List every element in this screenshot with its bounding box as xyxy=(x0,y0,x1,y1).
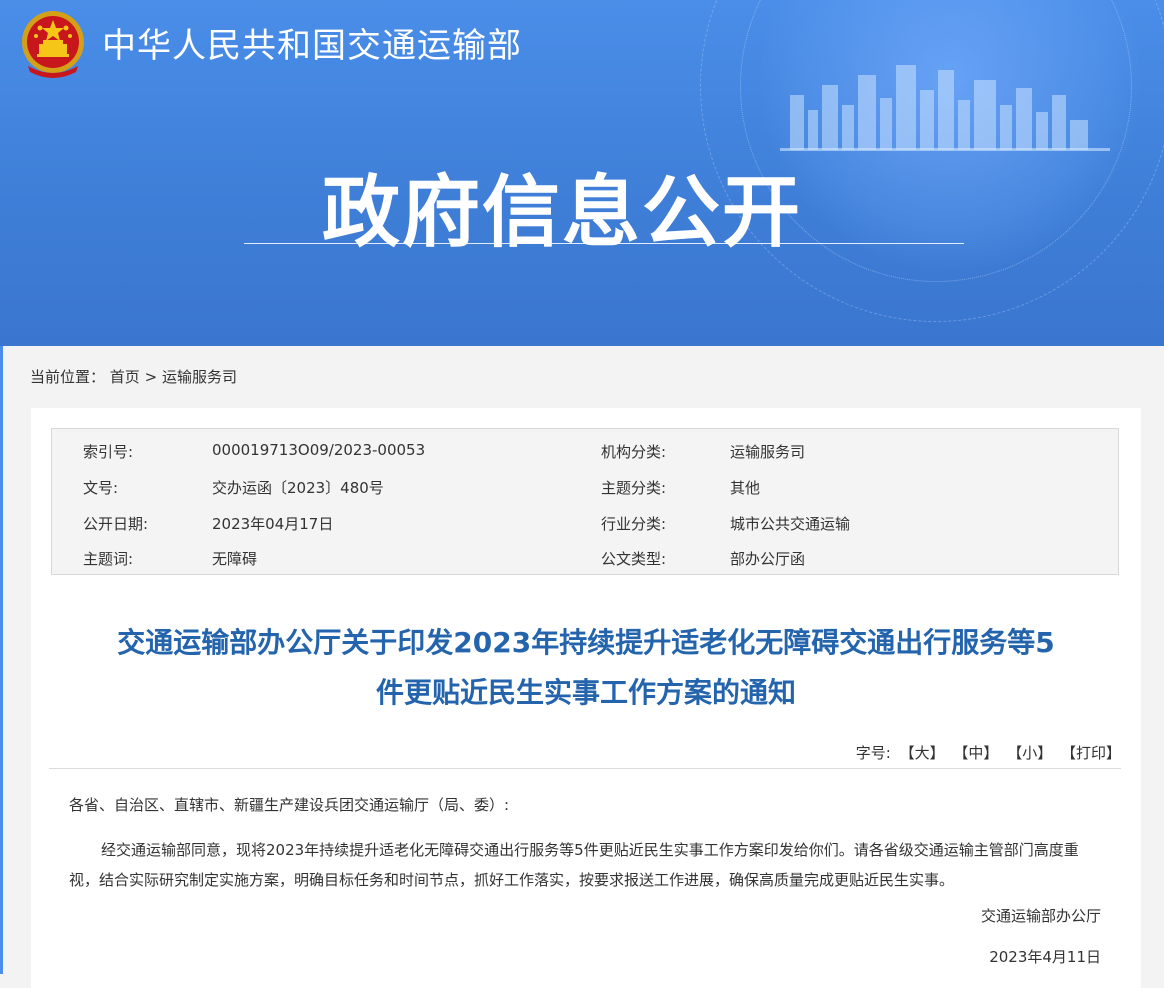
font-size-medium-button[interactable]: 【中】 xyxy=(953,744,998,762)
salutation: 各省、自治区、直辖市、新疆生产建设兵团交通运输厅（局、委）: xyxy=(69,796,510,814)
article-card: 索引号: 000019713O09/2023-00053 机构分类: 运输服务司… xyxy=(31,408,1141,988)
breadcrumb: 当前位置： 首页 > 运输服务司 xyxy=(30,366,237,387)
breadcrumb-prefix: 当前位置： xyxy=(30,368,106,386)
meta-label: 公文类型: xyxy=(601,550,667,568)
ministry-name[interactable]: 中华人民共和国交通运输部 xyxy=(102,18,522,67)
font-size-tools: 字号: 【大】 【中】 【小】 【打印】 xyxy=(852,742,1121,763)
title-underline xyxy=(244,243,964,244)
header-banner: 中华人民共和国交通运输部 政府信息公开 xyxy=(0,0,1164,346)
meta-label: 主题分类: xyxy=(601,479,667,497)
signature: 交通运输部办公厅 xyxy=(980,907,1101,925)
breadcrumb-home-link[interactable]: 首页 xyxy=(110,368,140,386)
font-size-small-button[interactable]: 【小】 xyxy=(1007,744,1052,762)
city-skyline-illustration xyxy=(780,65,1110,151)
meta-label: 主题词: xyxy=(83,550,134,568)
meta-value: 运输服务司 xyxy=(730,443,806,461)
meta-value: 000019713O09/2023-00053 xyxy=(212,441,426,459)
meta-label: 公开日期: xyxy=(83,515,149,533)
meta-value: 其他 xyxy=(730,479,761,497)
meta-label: 行业分类: xyxy=(601,515,667,533)
breadcrumb-separator: > xyxy=(144,368,158,386)
left-edge-accent xyxy=(0,346,3,974)
meta-value: 无障碍 xyxy=(212,550,258,568)
meta-value: 城市公共交通运输 xyxy=(730,515,851,533)
body-paragraph: 经交通运输部同意，现将2023年持续提升适老化无障碍交通出行服务等5件更贴近民生… xyxy=(69,841,1079,889)
document-title-line: 交通运输部办公厅关于印发2023年持续提升适老化无障碍交通出行服务等5 xyxy=(117,626,1055,659)
meta-label: 机构分类: xyxy=(601,443,667,461)
font-size-label: 字号: xyxy=(855,744,891,762)
meta-value: 部办公厅函 xyxy=(730,550,806,568)
section-title: 政府信息公开 xyxy=(321,168,802,258)
print-button[interactable]: 【打印】 xyxy=(1061,744,1121,762)
meta-label: 索引号: xyxy=(83,443,134,461)
document-title-line: 件更贴近民生实事工作方案的通知 xyxy=(375,676,796,709)
meta-label: 文号: xyxy=(83,479,119,497)
font-size-large-button[interactable]: 【大】 xyxy=(900,744,945,762)
document-body: 各省、自治区、直辖市、新疆生产建设兵团交通运输厅（局、委）: 经交通运输部同意，… xyxy=(69,794,1099,895)
issue-date: 2023年4月11日 xyxy=(989,948,1101,966)
document-title: 交通运输部办公厅关于印发2023年持续提升适老化无障碍交通出行服务等5 件更贴近… xyxy=(31,618,1141,718)
national-emblem-icon xyxy=(22,11,84,78)
metadata-table: 索引号: 000019713O09/2023-00053 机构分类: 运输服务司… xyxy=(51,428,1119,575)
meta-value: 2023年04月17日 xyxy=(212,515,334,533)
content-divider xyxy=(49,768,1121,769)
meta-value: 交办运函〔2023〕480号 xyxy=(212,479,384,497)
breadcrumb-department-link[interactable]: 运输服务司 xyxy=(162,368,237,386)
